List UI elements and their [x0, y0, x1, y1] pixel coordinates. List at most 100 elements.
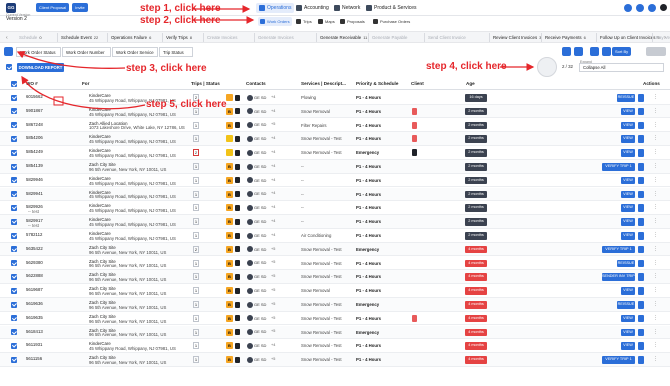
- action-button[interactable]: SENDER INV TRIP 1: [602, 273, 638, 281]
- action-button[interactable]: VIEW: [621, 342, 635, 350]
- action-secondary-button[interactable]: [638, 356, 644, 364]
- status-badge[interactable]: B: [226, 259, 233, 267]
- status-detail-icon[interactable]: [235, 356, 240, 363]
- row-menu-icon[interactable]: ⋮: [653, 204, 658, 210]
- status-detail-icon[interactable]: [235, 218, 240, 225]
- status-detail-icon[interactable]: [235, 108, 240, 115]
- status-badge[interactable]: [226, 149, 233, 157]
- help-icon[interactable]: [624, 4, 632, 12]
- sort-by-button[interactable]: Sort By: [612, 47, 632, 56]
- tab-operations-failure[interactable]: Operations Failure 6: [107, 33, 151, 42]
- status-badge[interactable]: B: [226, 328, 233, 336]
- table-row[interactable]: 5618413 Zach City Site 96 5th Avenue, New …: [0, 325, 670, 340]
- filter-trip-status[interactable]: Trip Status: [159, 47, 193, 57]
- trip-count[interactable]: 1: [193, 301, 199, 308]
- row-checkbox[interactable]: [11, 232, 17, 239]
- wo-number[interactable]: 5854139: [26, 163, 43, 168]
- action-secondary-button[interactable]: [638, 314, 644, 323]
- status-badge[interactable]: B: [226, 176, 233, 184]
- status-detail-icon[interactable]: [235, 191, 240, 198]
- wo-number[interactable]: 5611156: [26, 356, 42, 361]
- status-badge[interactable]: B: [226, 356, 233, 364]
- status-badge[interactable]: B: [226, 107, 233, 115]
- client-proposal-button[interactable]: Client Proposal: [36, 3, 70, 12]
- table-row[interactable]: 5901867 KinderCare 45 Whippany Road, Whipp…: [0, 104, 670, 119]
- tab-generate-receivable[interactable]: Generate Receivable 11: [316, 33, 367, 42]
- row-menu-icon[interactable]: ⋮: [653, 301, 658, 307]
- row-menu-icon[interactable]: ⋮: [653, 149, 658, 155]
- trip-count[interactable]: 1: [193, 314, 199, 322]
- row-menu-icon[interactable]: ⋮: [653, 260, 658, 266]
- row-menu-icon[interactable]: ⋮: [653, 287, 658, 293]
- row-menu-icon[interactable]: ⋮: [653, 315, 658, 321]
- row-checkbox[interactable]: [11, 218, 17, 225]
- tab-send-client-invoice[interactable]: Send Client Invoice: [424, 33, 466, 42]
- action-button[interactable]: VIEW: [621, 218, 635, 226]
- action-button[interactable]: VIEW: [621, 314, 635, 323]
- table-row[interactable]: 5854206 KinderCare 45 Whippany Road, Whipp…: [0, 132, 670, 146]
- col-client[interactable]: Client: [411, 81, 424, 86]
- action-secondary-button[interactable]: [638, 232, 644, 240]
- table-row[interactable]: 6015662 KinderCare 45 Whippany Road, Whipp…: [0, 91, 670, 105]
- client-document-icon[interactable]: [412, 149, 417, 157]
- table-row[interactable]: 5829941 KinderCare 45 Whippany Road, Whipp…: [0, 187, 670, 202]
- col-services[interactable]: Services | Descript...: [301, 81, 346, 86]
- row-menu-icon[interactable]: ⋮: [653, 122, 658, 128]
- status-detail-icon[interactable]: [235, 135, 240, 142]
- row-checkbox[interactable]: [11, 177, 17, 184]
- nav-product-services[interactable]: Product & Services: [366, 3, 417, 13]
- client-document-icon[interactable]: [412, 314, 417, 322]
- status-badge[interactable]: B: [226, 287, 233, 295]
- trip-count[interactable]: 1: [193, 232, 199, 239]
- action-button[interactable]: VIEW: [621, 149, 635, 157]
- wo-number[interactable]: 5854249: [26, 149, 43, 154]
- row-checkbox[interactable]: [11, 273, 17, 280]
- action-secondary-button[interactable]: [638, 94, 644, 102]
- wo-number[interactable]: 5619636: [26, 301, 43, 306]
- table-row[interactable]: 5619687 Zach City Site 96 5th Avenue, New …: [0, 284, 670, 298]
- row-checkbox[interactable]: [11, 329, 17, 336]
- action-button[interactable]: VERIFY TRIP 1: [602, 356, 635, 364]
- action-button[interactable]: VIEW: [621, 121, 635, 130]
- row-menu-icon[interactable]: ⋮: [653, 342, 658, 348]
- table-row[interactable]: 5629380 Zach City Site 96 5th Avenue, New …: [0, 257, 670, 271]
- client-document-icon[interactable]: [412, 121, 417, 129]
- tab-generate-payable[interactable]: Generate Payable: [368, 33, 407, 42]
- nav-network[interactable]: Network: [334, 3, 360, 13]
- status-detail-icon[interactable]: [235, 122, 240, 129]
- trip-count[interactable]: 1: [193, 287, 199, 295]
- nav-operations[interactable]: Operations: [256, 3, 295, 13]
- col-wo[interactable]: WO #: [26, 81, 38, 86]
- table-row[interactable]: 5854249 KinderCare 45 Whippany Road, Whipp…: [0, 146, 670, 160]
- filter-work-order-status[interactable]: Work Order Status: [16, 47, 61, 57]
- action-button[interactable]: VIEW: [621, 176, 635, 185]
- trip-count[interactable]: 2: [193, 245, 199, 253]
- trip-count[interactable]: 1: [193, 135, 199, 143]
- subnav-trips[interactable]: Trips: [296, 17, 312, 26]
- row-checkbox[interactable]: [11, 135, 17, 142]
- status-detail-icon[interactable]: [235, 301, 240, 308]
- row-menu-icon[interactable]: ⋮: [653, 273, 658, 279]
- table-row[interactable]: 5854139 Zach City Site 96 5th Avenue, New …: [0, 160, 670, 174]
- wo-number[interactable]: 5619635: [26, 315, 43, 320]
- action-button[interactable]: REISSUE: [617, 94, 635, 102]
- trip-count[interactable]: 1: [193, 356, 199, 364]
- status-detail-icon[interactable]: [235, 246, 240, 253]
- action-secondary-button[interactable]: [638, 245, 644, 254]
- action-secondary-button[interactable]: [638, 204, 644, 212]
- subnav-work-orders[interactable]: Work Orders: [258, 17, 292, 26]
- action-secondary-button[interactable]: [638, 163, 644, 171]
- nav-accounting[interactable]: Accounting: [296, 3, 329, 13]
- row-checkbox[interactable]: [11, 122, 17, 129]
- wo-number[interactable]: 5829946: [26, 177, 43, 182]
- action-button[interactable]: VIEW: [621, 190, 635, 199]
- trip-count[interactable]: 1: [193, 204, 199, 212]
- action-secondary-button[interactable]: [638, 190, 644, 199]
- status-detail-icon[interactable]: [235, 204, 240, 211]
- split-view-icon[interactable]: [574, 47, 583, 56]
- wo-number[interactable]: 5635422: [26, 246, 43, 251]
- row-checkbox[interactable]: [11, 246, 17, 253]
- row-menu-icon[interactable]: ⋮: [653, 191, 658, 197]
- row-checkbox[interactable]: [11, 163, 17, 170]
- row-menu-icon[interactable]: ⋮: [653, 218, 658, 224]
